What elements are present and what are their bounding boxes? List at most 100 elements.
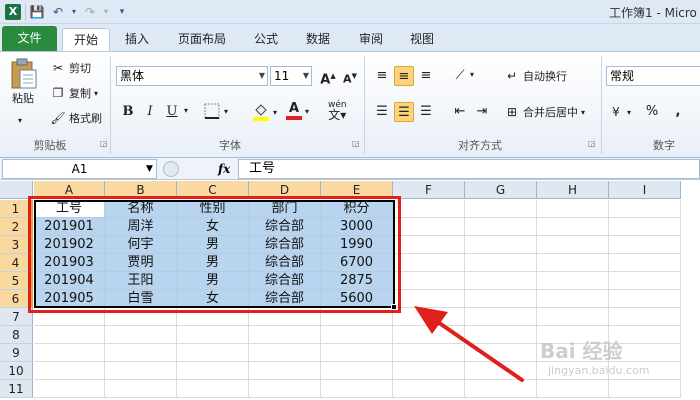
grid-cell[interactable]: [465, 236, 537, 254]
tab-page-layout[interactable]: 页面布局: [170, 28, 234, 51]
column-header-a[interactable]: A: [34, 181, 105, 199]
table-cell[interactable]: 综合部: [249, 254, 321, 272]
grid-cell[interactable]: [34, 326, 105, 344]
number-format-select[interactable]: 常规: [606, 66, 700, 86]
grid-cell[interactable]: [393, 254, 465, 272]
tab-home[interactable]: 开始: [62, 28, 110, 51]
grid-cell[interactable]: [393, 200, 465, 218]
font-name-select[interactable]: 黑体 ▼: [116, 66, 268, 86]
table-cell[interactable]: 综合部: [249, 290, 321, 308]
grid-cell[interactable]: [465, 344, 537, 362]
grid-cell[interactable]: [105, 308, 177, 326]
column-header-b[interactable]: B: [105, 181, 177, 199]
grid-cell[interactable]: [609, 200, 681, 218]
grid-cell[interactable]: [393, 272, 465, 290]
paste-button[interactable]: 粘贴: [8, 58, 38, 106]
shrink-font-button[interactable]: A▼: [340, 66, 360, 86]
table-cell[interactable]: 男: [177, 236, 249, 254]
grid-cell[interactable]: [393, 344, 465, 362]
row-header-7[interactable]: 7: [0, 308, 33, 326]
grid-cell[interactable]: [537, 290, 609, 308]
grid-cell[interactable]: [393, 362, 465, 380]
column-header-c[interactable]: C: [177, 181, 249, 199]
select-all-corner[interactable]: [0, 181, 33, 199]
column-header-g[interactable]: G: [465, 181, 537, 199]
grid-cell[interactable]: [249, 344, 321, 362]
table-cell[interactable]: 201903: [34, 254, 105, 272]
grid-cell[interactable]: [34, 380, 105, 398]
grid-cell[interactable]: [105, 362, 177, 380]
grid-cell[interactable]: [537, 254, 609, 272]
table-cell[interactable]: 贾明: [105, 254, 177, 272]
grid-cell[interactable]: [393, 290, 465, 308]
align-middle-icon[interactable]: ≡: [394, 66, 414, 86]
orientation-icon[interactable]: ⟋: [450, 66, 470, 86]
table-cell[interactable]: 周洋: [105, 218, 177, 236]
merge-center-button[interactable]: ⊞ 合并后居中 ▾: [504, 104, 585, 120]
column-header-h[interactable]: H: [537, 181, 609, 199]
grid-cell[interactable]: [465, 272, 537, 290]
clipboard-launcher-icon[interactable]: ◲: [100, 139, 108, 148]
grid-cell[interactable]: [393, 308, 465, 326]
formula-input[interactable]: 工号: [238, 159, 700, 179]
fill-handle[interactable]: [391, 304, 397, 310]
grid-cell[interactable]: [609, 254, 681, 272]
border-button[interactable]: ▾: [203, 102, 228, 120]
customize-quick-access-icon[interactable]: ▾: [114, 4, 130, 20]
grid-cell[interactable]: [34, 308, 105, 326]
table-cell[interactable]: 5600: [321, 290, 393, 308]
grid-cell[interactable]: [465, 200, 537, 218]
comma-button[interactable]: ,: [668, 102, 688, 122]
save-icon[interactable]: 💾: [29, 4, 45, 20]
grid-cell[interactable]: [609, 236, 681, 254]
align-top-icon[interactable]: ≡: [372, 66, 392, 86]
copy-button[interactable]: ❐ 复制 ▾: [50, 85, 98, 101]
table-cell[interactable]: 女: [177, 218, 249, 236]
row-header-4[interactable]: 4: [0, 254, 33, 272]
row-header-1[interactable]: 1: [0, 200, 33, 218]
grid-cell[interactable]: [393, 380, 465, 398]
grow-font-button[interactable]: A▲: [318, 66, 338, 87]
column-header-f[interactable]: F: [393, 181, 465, 199]
grid-cell[interactable]: [609, 380, 681, 398]
grid-cell[interactable]: [537, 308, 609, 326]
table-header-cell[interactable]: 工号: [34, 200, 105, 218]
grid-cell[interactable]: [465, 362, 537, 380]
table-cell[interactable]: 男: [177, 272, 249, 290]
grid-cell[interactable]: [465, 218, 537, 236]
excel-icon[interactable]: X: [5, 4, 21, 20]
table-cell[interactable]: 201901: [34, 218, 105, 236]
table-cell[interactable]: 综合部: [249, 236, 321, 254]
grid-cell[interactable]: [321, 326, 393, 344]
table-cell[interactable]: 201905: [34, 290, 105, 308]
grid-cell[interactable]: [321, 380, 393, 398]
bold-button[interactable]: B: [118, 102, 138, 122]
row-header-5[interactable]: 5: [0, 272, 33, 290]
grid-cell[interactable]: [393, 236, 465, 254]
tab-review[interactable]: 审阅: [349, 28, 393, 51]
align-bottom-icon[interactable]: ≡: [416, 66, 436, 86]
table-header-cell[interactable]: 积分: [321, 200, 393, 218]
table-header-cell[interactable]: 名称: [105, 200, 177, 218]
grid-cell[interactable]: [393, 326, 465, 344]
table-cell[interactable]: 何宇: [105, 236, 177, 254]
undo-dropdown-icon[interactable]: ▾: [66, 4, 82, 20]
table-cell[interactable]: 201904: [34, 272, 105, 290]
grid-cell[interactable]: [105, 326, 177, 344]
cut-button[interactable]: ✂ 剪切: [50, 60, 91, 76]
column-header-d[interactable]: D: [249, 181, 321, 199]
table-cell[interactable]: 女: [177, 290, 249, 308]
alignment-launcher-icon[interactable]: ◲: [588, 139, 596, 148]
row-header-8[interactable]: 8: [0, 326, 33, 344]
font-size-select[interactable]: 11 ▼: [270, 66, 312, 86]
table-header-cell[interactable]: 性别: [177, 200, 249, 218]
grid-cell[interactable]: [34, 344, 105, 362]
grid-cell[interactable]: [249, 362, 321, 380]
redo-icon[interactable]: ↷: [82, 4, 98, 20]
font-color-button[interactable]: A ▾: [286, 102, 309, 120]
grid-cell[interactable]: [609, 290, 681, 308]
font-launcher-icon[interactable]: ◲: [352, 139, 360, 148]
grid-cell[interactable]: [249, 380, 321, 398]
table-cell[interactable]: 综合部: [249, 218, 321, 236]
chevron-down-icon[interactable]: ▾: [470, 70, 474, 79]
